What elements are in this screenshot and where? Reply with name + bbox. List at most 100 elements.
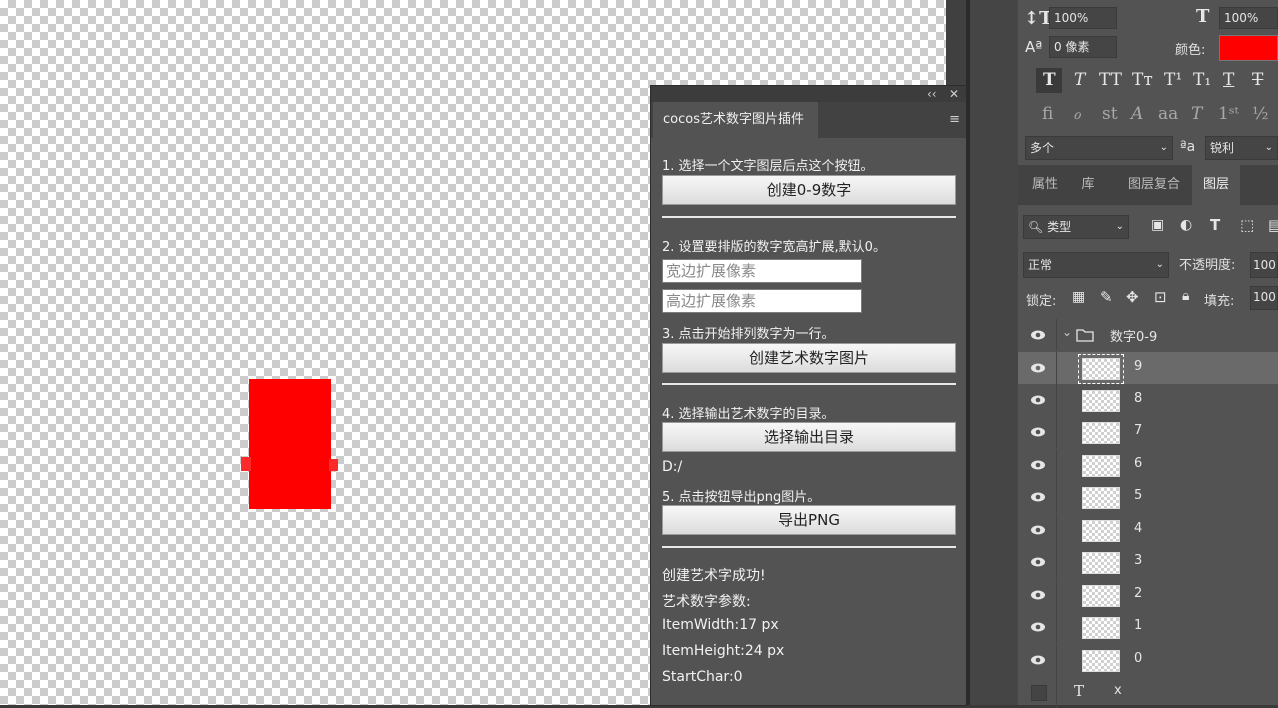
- ordinals-icon[interactable]: 1ˢᵗ: [1218, 104, 1239, 124]
- faux-bold-icon[interactable]: T: [1043, 70, 1056, 90]
- layer-name: 2: [1134, 586, 1143, 601]
- layer-row-0[interactable]: 0: [1018, 644, 1278, 676]
- layer-row-4[interactable]: 4: [1018, 514, 1278, 546]
- visibility-eye-icon[interactable]: [1030, 522, 1046, 538]
- all-caps-icon[interactable]: TT: [1099, 70, 1122, 90]
- baseline-shift-icon: Aª: [1025, 38, 1043, 56]
- layer-row-5[interactable]: 5: [1018, 481, 1278, 513]
- layer-row-8[interactable]: 8: [1018, 384, 1278, 416]
- tab-libraries[interactable]: 库: [1070, 165, 1106, 205]
- fractions-icon[interactable]: ½: [1252, 104, 1268, 124]
- log-line: 创建艺术字成功!: [662, 568, 766, 584]
- lock-position-move-icon[interactable]: ✥: [1126, 288, 1139, 306]
- visibility-eye-icon[interactable]: [1030, 554, 1046, 570]
- lock-image-brush-icon[interactable]: ✎: [1100, 288, 1113, 306]
- vertical-scale-input[interactable]: 100%: [1049, 7, 1117, 29]
- ligature-icon[interactable]: ﬁ: [1042, 104, 1053, 124]
- visibility-eye-icon[interactable]: [1030, 619, 1046, 635]
- visibility-eye-icon[interactable]: [1030, 392, 1046, 408]
- step3-label: 3. 点击开始排列数字为一行。: [662, 327, 835, 342]
- faux-italic-icon[interactable]: T: [1074, 70, 1085, 90]
- panel-menu-icon[interactable]: ≡: [949, 102, 960, 138]
- text-color-swatch[interactable]: [1219, 35, 1278, 61]
- chevron-down-icon[interactable]: ⌄: [1062, 325, 1072, 339]
- titling-alt-icon[interactable]: T: [1191, 104, 1202, 124]
- lock-transparent-icon[interactable]: ▦: [1072, 289, 1085, 305]
- collapse-icon[interactable]: ‹‹: [927, 86, 937, 102]
- visibility-eye-icon[interactable]: [1030, 457, 1046, 473]
- layer-row-9[interactable]: 9: [1018, 352, 1278, 384]
- close-icon[interactable]: ✕: [949, 86, 959, 102]
- row-separator: [1056, 579, 1057, 611]
- layer-row-1[interactable]: 1: [1018, 611, 1278, 643]
- stylistic-alt-icon[interactable]: aa: [1158, 104, 1178, 124]
- opacity-input[interactable]: 100: [1250, 252, 1278, 278]
- tab-layers[interactable]: 图层: [1192, 165, 1240, 205]
- layers-panel: 属性 库 图层复合 图层 🔍︎ 类型 ⌄ ▣ ◐ T ⬚ ▤ 正常 ⌄ 不透明度…: [1018, 165, 1278, 708]
- step5-label: 5. 点击按钮导出png图片。: [662, 490, 821, 505]
- output-dir-value: D:/: [662, 459, 683, 475]
- visibility-eye-icon[interactable]: [1030, 587, 1046, 603]
- antialias-select[interactable]: 锐利 ⌄: [1205, 136, 1278, 160]
- old-style-icon[interactable]: ℴ: [1073, 104, 1081, 124]
- horizontal-scale-input[interactable]: 100%: [1219, 7, 1278, 29]
- visibility-eye-icon[interactable]: [1030, 652, 1046, 668]
- swash-icon[interactable]: A: [1131, 104, 1143, 124]
- baseline-shift-input[interactable]: 0 像素: [1049, 36, 1117, 58]
- pixel-filter-icon[interactable]: ▣: [1151, 217, 1164, 233]
- layer-filter-value: 类型: [1047, 220, 1072, 234]
- layer-thumbnail: [1082, 422, 1120, 444]
- discretionary-ligature-icon[interactable]: st: [1102, 104, 1118, 124]
- row-separator: [1056, 676, 1057, 708]
- lock-all-icon[interactable]: 🔒︎: [1182, 288, 1189, 304]
- height-expand-input[interactable]: [662, 289, 862, 313]
- tab-properties[interactable]: 属性: [1022, 165, 1068, 205]
- visibility-eye-icon[interactable]: [1030, 360, 1046, 376]
- step1-label: 1. 选择一个文字图层后点这个按钮。: [662, 159, 874, 174]
- layer-thumbnail: [1082, 617, 1120, 639]
- select-output-dir-button[interactable]: 选择输出目录: [662, 422, 956, 452]
- chevron-down-icon: ⌄: [1264, 142, 1273, 153]
- layer-group-row[interactable]: ⌄ 数字0-9: [1018, 319, 1278, 351]
- layer-row-2[interactable]: 2: [1018, 579, 1278, 611]
- blend-mode-select[interactable]: 正常 ⌄: [1023, 252, 1169, 278]
- type-filter-icon[interactable]: T: [1210, 216, 1220, 234]
- log-line: 艺术数字参数:: [662, 594, 751, 610]
- row-separator: [1056, 416, 1057, 448]
- row-separator: [1056, 352, 1057, 384]
- plugin-title-bar[interactable]: ‹‹ ✕: [651, 86, 966, 102]
- create-digits-button[interactable]: 创建0-9数字: [662, 175, 956, 205]
- strikethrough-icon[interactable]: T: [1252, 70, 1263, 90]
- log-line: StartChar:0: [662, 669, 743, 685]
- create-image-button[interactable]: 创建艺术数字图片: [662, 343, 956, 373]
- log-line: ItemHeight:24 px: [662, 643, 785, 659]
- smart-object-filter-icon[interactable]: ▤: [1268, 216, 1278, 234]
- layer-row-text[interactable]: T x: [1018, 676, 1278, 708]
- width-expand-input[interactable]: [662, 259, 862, 283]
- layer-row-7[interactable]: 7: [1018, 416, 1278, 448]
- underline-icon[interactable]: T: [1223, 70, 1234, 90]
- shape-filter-icon[interactable]: ⬚: [1240, 216, 1254, 234]
- antialias-icon: ªa: [1180, 139, 1196, 155]
- row-separator: [1056, 449, 1057, 481]
- row-separator: [1056, 611, 1057, 643]
- layer-name: 9: [1134, 359, 1143, 374]
- subscript-icon[interactable]: T₁: [1193, 70, 1211, 90]
- layer-row-3[interactable]: 3: [1018, 546, 1278, 578]
- layer-filter-select[interactable]: 🔍︎ 类型 ⌄: [1023, 215, 1129, 239]
- adjustment-filter-icon[interactable]: ◐: [1180, 217, 1192, 233]
- visibility-off-box[interactable]: [1031, 685, 1047, 701]
- lock-artboard-icon[interactable]: ⊡: [1154, 288, 1167, 306]
- visibility-eye-icon[interactable]: [1030, 424, 1046, 440]
- tab-layer-comps[interactable]: 图层复合: [1118, 165, 1190, 205]
- visibility-eye-icon[interactable]: [1030, 327, 1046, 343]
- fill-input[interactable]: 100: [1250, 286, 1278, 310]
- superscript-icon[interactable]: T¹: [1164, 70, 1182, 90]
- font-style-select[interactable]: 多个 ⌄: [1025, 136, 1173, 160]
- visibility-eye-icon[interactable]: [1030, 489, 1046, 505]
- divider-line: [662, 546, 956, 548]
- tab-cocos-plugin[interactable]: cocos艺术数字图片插件: [653, 102, 818, 138]
- export-png-button[interactable]: 导出PNG: [662, 505, 956, 535]
- small-caps-icon[interactable]: Tт: [1132, 70, 1153, 90]
- layer-row-6[interactable]: 6: [1018, 449, 1278, 481]
